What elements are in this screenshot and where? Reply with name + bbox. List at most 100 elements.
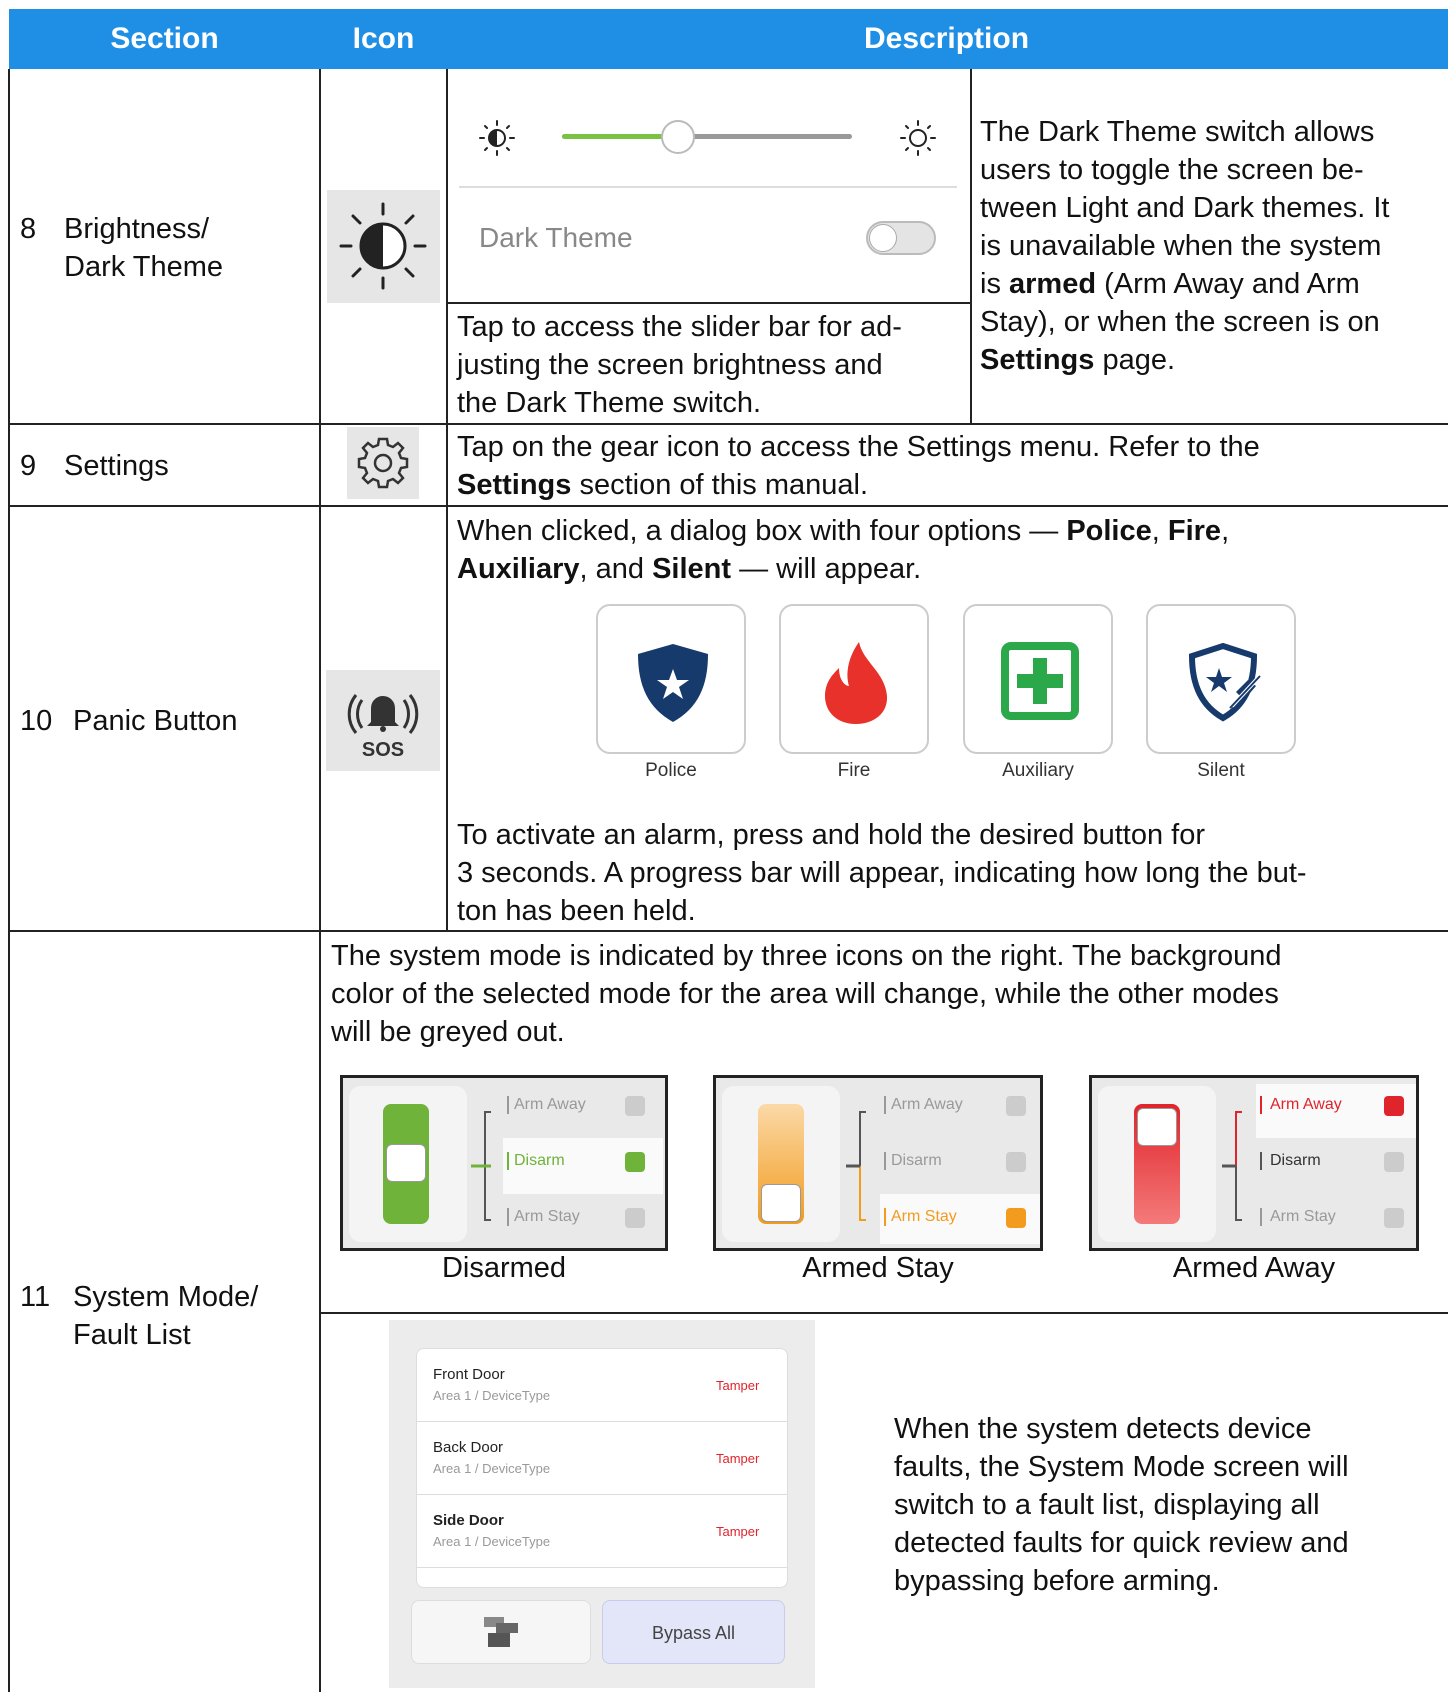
fault-sub: Area 1 / DeviceType: [433, 1534, 551, 1549]
settings-emphasis: Settings: [457, 469, 572, 501]
police-label: Police: [645, 760, 697, 781]
mode-intro-3: will be greyed out.: [331, 1016, 565, 1048]
police-button[interactable]: [596, 604, 746, 754]
text-span: page.: [1094, 344, 1176, 376]
mode-armed-stay-caption: Armed Stay: [802, 1252, 954, 1284]
settings-desc-2: Settings section of this manual.: [457, 466, 868, 504]
mode-arm-away-option[interactable]: Arm Away: [1260, 1096, 1342, 1114]
text-span: ,: [1221, 515, 1230, 547]
header-section: Section: [110, 22, 219, 55]
settings-desc-1: Tap on the gear icon to access the Setti…: [457, 431, 1260, 463]
gear-icon: [347, 427, 419, 499]
section-mode-title-1: System Mode/: [73, 1281, 259, 1313]
slider-knob[interactable]: [661, 120, 695, 154]
section-brightness-title-2: Dark Theme: [64, 251, 224, 283]
dark-theme-desc-4: is unavailable when the system: [980, 230, 1382, 262]
mode-armed-stay-panel: Arm Away Disarm Arm Stay: [713, 1075, 1043, 1251]
section-mode-title-2: Fault List: [73, 1319, 191, 1351]
sos-icon-label: SOS: [362, 739, 404, 761]
police-shield-icon: [638, 644, 708, 722]
silent-label: Silent: [1197, 760, 1245, 781]
dark-theme-label: Dark Theme: [479, 222, 633, 253]
border-row4-inner: [320, 1312, 1448, 1314]
border-left: [8, 69, 10, 1692]
mode-arm-stay-option[interactable]: Arm Stay: [507, 1208, 580, 1226]
sun-high-icon: [898, 118, 938, 158]
lock-icon: [625, 1096, 645, 1116]
fault-row[interactable]: Back Door Area 1 / DeviceType Tamper: [416, 1423, 788, 1495]
mode-intro-1: The system mode is indicated by three ic…: [331, 940, 1282, 972]
mode-disarm-option[interactable]: Disarm: [884, 1152, 942, 1170]
dark-theme-desc-6: Stay), or when the screen is on: [980, 306, 1380, 338]
toggle-knob: [869, 224, 897, 252]
fault-name: Back Door: [433, 1439, 504, 1456]
fault-desc-3: switch to a fault list, displaying all: [894, 1489, 1320, 1521]
section-brightness-number: 8: [20, 213, 37, 245]
brightness-slider[interactable]: [562, 120, 852, 154]
lock-icon: [1006, 1096, 1026, 1116]
text-span: , and: [579, 553, 653, 585]
dark-theme-desc-7: Settings page.: [980, 341, 1175, 379]
fault-row[interactable]: Side Door Area 1 / DeviceType Tamper: [416, 1496, 788, 1568]
brightness-tap-text-1: Tap to access the slider bar for ad-: [457, 311, 902, 343]
bypass-all-button[interactable]: Bypass All: [602, 1600, 785, 1664]
medical-cross-icon: [1001, 642, 1079, 720]
silent-shield-icon: [1188, 642, 1261, 722]
fault-map-button[interactable]: [411, 1600, 591, 1664]
dark-theme-desc-2: users to toggle the screen be-: [980, 154, 1364, 186]
mode-arm-away-option[interactable]: Arm Away: [507, 1096, 586, 1114]
bypass-all-label: Bypass All: [651, 1623, 736, 1643]
mode-intro-2: color of the selected mode for the area …: [331, 978, 1279, 1010]
silent-button[interactable]: [1146, 604, 1296, 754]
arm-away-label: Arm Away: [1270, 1096, 1342, 1113]
mode-slider-handle[interactable]: [761, 1184, 801, 1222]
fault-sub: Area 1 / DeviceType: [433, 1388, 551, 1403]
text-span: When clicked, a dialog box with four opt…: [457, 515, 1067, 547]
border-row3: [8, 930, 1448, 932]
police-emphasis: Police: [1066, 515, 1152, 547]
mode-arm-stay-option[interactable]: Arm Stay: [884, 1208, 957, 1226]
auxiliary-button[interactable]: [963, 604, 1113, 754]
fault-status: Tamper: [716, 1378, 760, 1393]
mode-slider-handle[interactable]: [386, 1144, 426, 1182]
mode-slider-handle[interactable]: [1137, 1108, 1177, 1146]
section-panic-number: 10: [20, 705, 53, 737]
device-map-icon: [484, 1617, 518, 1647]
mode-disarm-option[interactable]: Disarm: [1260, 1152, 1321, 1170]
border-row2: [8, 505, 1448, 507]
fault-list-panel: Front Door Area 1 / DeviceType Tamper Ba…: [389, 1320, 815, 1688]
fault-desc-1: When the system detects device: [894, 1413, 1312, 1445]
fire-emphasis: Fire: [1167, 515, 1222, 547]
mode-armed-away-caption: Armed Away: [1172, 1252, 1336, 1284]
brightness-divider: [459, 186, 957, 188]
brightness-tap-text-2: justing the screen brightness and: [457, 349, 883, 381]
mode-arm-stay-option[interactable]: Arm Stay: [1260, 1208, 1336, 1226]
section-panic-title: Panic Button: [73, 705, 238, 737]
brightness-tap-text-3: the Dark Theme switch.: [457, 387, 762, 419]
fault-row[interactable]: Front Door Area 1 / DeviceType Tamper: [416, 1350, 788, 1422]
text-span: ,: [1151, 515, 1168, 547]
section-mode-number: 11: [20, 1281, 51, 1313]
arm-stay-label: Arm Stay: [891, 1208, 957, 1225]
fire-label: Fire: [837, 760, 871, 781]
sos-icon: SOS: [326, 670, 440, 771]
panic-activate-2: 3 seconds. A progress bar will appear, i…: [457, 857, 1307, 889]
text-span: section of this manual.: [571, 469, 869, 501]
auxiliary-emphasis: Auxiliary: [457, 553, 580, 585]
mode-disarmed-caption: Disarmed: [441, 1252, 567, 1284]
dark-theme-toggle[interactable]: [866, 221, 936, 255]
mode-arm-away-option[interactable]: Arm Away: [884, 1096, 963, 1114]
home-icon: [1384, 1208, 1404, 1228]
fire-button[interactable]: [779, 604, 929, 754]
unlock-icon: [1384, 1152, 1404, 1172]
fault-name: Front Door: [433, 1366, 505, 1383]
fault-desc-2: faults, the System Mode screen will: [894, 1451, 1349, 1483]
dark-theme-desc-5: is armed (Arm Away and Arm: [980, 265, 1360, 303]
mode-disarm-option[interactable]: Disarm: [507, 1152, 565, 1170]
fire-flame-icon: [825, 642, 888, 724]
arm-away-label: Arm Away: [891, 1096, 963, 1113]
panic-activate-1: To activate an alarm, press and hold the…: [457, 819, 1205, 851]
unlock-icon: [625, 1152, 645, 1172]
fault-sub: Area 1 / DeviceType: [433, 1461, 551, 1476]
border-col1: [319, 69, 321, 1692]
